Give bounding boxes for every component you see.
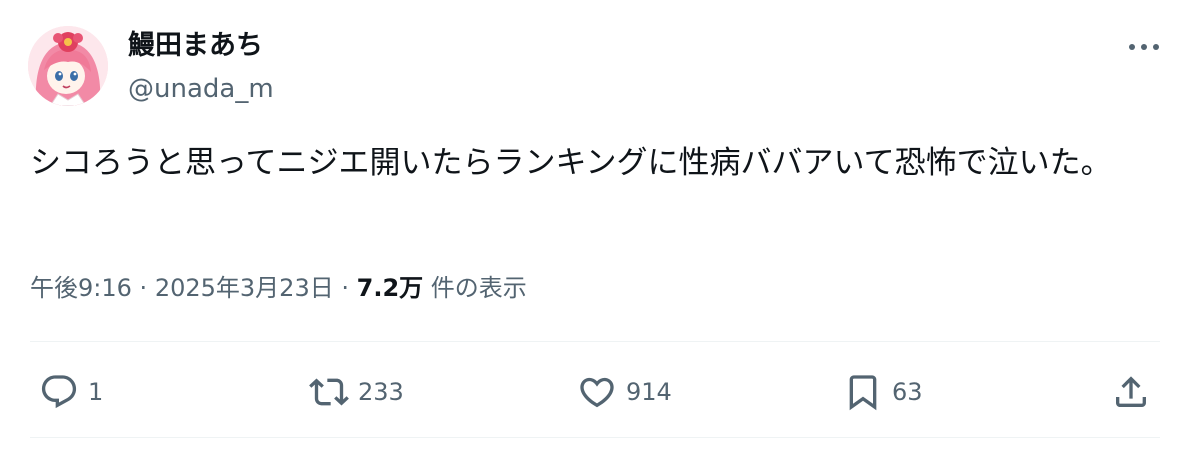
retweet-icon [306,369,352,415]
reply-button[interactable]: 1 [36,368,103,416]
tweet-meta: 午後9:16 · 2025年3月23日 · 7.2万 件の表示 [30,268,527,308]
bookmark-count: 63 [892,378,923,406]
more-dots-icon [1129,44,1159,50]
meta-separator: · [341,274,349,302]
share-button[interactable] [1108,368,1154,416]
reply-count: 1 [88,378,104,406]
views-count[interactable]: 7.2万 [357,274,424,302]
display-name[interactable]: 鰻田まあち [128,28,263,64]
retweet-button[interactable]: 233 [306,368,404,416]
bookmark-button[interactable]: 63 [840,368,923,416]
like-count: 914 [626,378,672,406]
reply-icon [36,369,82,415]
share-icon [1108,369,1154,415]
avatar-image [28,26,108,106]
more-options-button[interactable] [1122,30,1166,64]
heart-icon [574,369,620,415]
tweet-date[interactable]: 2025年3月23日 [155,274,334,302]
tweet-time[interactable]: 午後9:16 [30,274,132,302]
meta-separator: · [139,274,148,302]
tweet-text: シコろうと思ってニジエ開いたらランキングに性病ババアいて恐怖で泣いた。 [30,145,1112,181]
divider-bottom [30,437,1160,438]
divider-top [30,341,1160,342]
tweet-card: 鰻田まあち @unada_m シコろうと思ってニジエ開いたらランキングに性病ババ… [0,0,1185,449]
retweet-count: 233 [358,378,404,406]
like-button[interactable]: 914 [574,368,672,416]
views-label: 件の表示 [430,274,527,302]
bookmark-icon [840,369,886,415]
user-handle[interactable]: @unada_m [128,72,274,106]
avatar[interactable] [28,26,108,106]
